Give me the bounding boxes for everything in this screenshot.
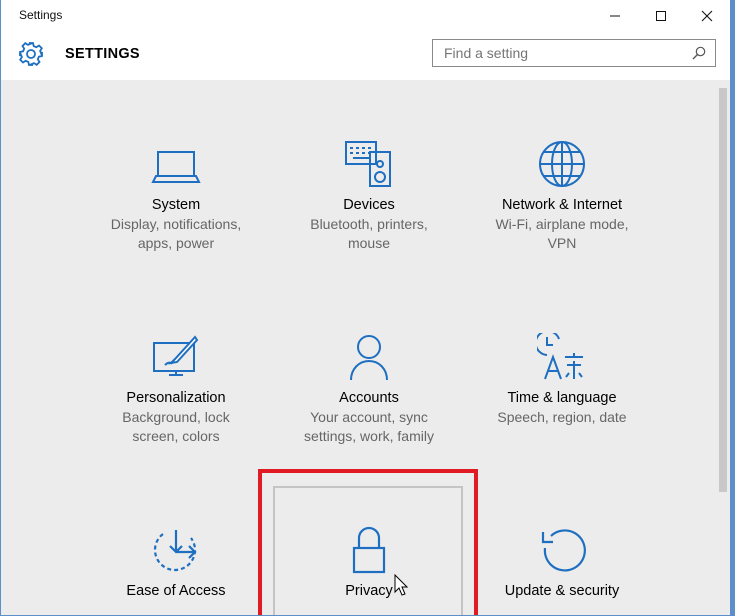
tile-label: Network & Internet — [501, 197, 623, 213]
clock-language-icon — [537, 333, 583, 380]
settings-header: SETTINGS — [1, 32, 730, 80]
tile-label: Update & security — [504, 583, 620, 599]
tile-description: Display, notifications, — [110, 216, 242, 232]
page-title: SETTINGS — [65, 46, 140, 62]
tile-description: VPN — [547, 235, 577, 251]
tile-label: Accounts — [339, 390, 399, 406]
search-box[interactable] — [432, 39, 716, 67]
tile-label: Devices — [343, 197, 395, 213]
tile-description: Bluetooth, printers, — [310, 216, 428, 232]
minimize-button[interactable] — [592, 0, 638, 32]
privacy-highlight-box — [258, 469, 478, 615]
laptop-icon — [151, 151, 201, 183]
scrollbar[interactable] — [716, 88, 730, 615]
tile-description: settings, work, family — [304, 428, 434, 444]
search-input[interactable] — [433, 40, 694, 66]
globe-icon — [539, 141, 585, 187]
paintbrush-monitor-icon — [153, 335, 199, 376]
tile-label: Personalization — [126, 390, 226, 406]
tile-label: Time & language — [507, 390, 617, 406]
tile-label: System — [151, 197, 201, 213]
person-icon — [350, 335, 388, 381]
keyboard-speaker-icon — [345, 141, 391, 187]
tile-personalization[interactable]: Personalization Background, lock screen,… — [81, 333, 271, 446]
close-icon — [701, 10, 713, 22]
search-icon[interactable] — [691, 45, 707, 61]
maximize-icon — [656, 11, 666, 21]
tile-description: Your account, sync — [310, 409, 428, 425]
gear-icon — [19, 42, 43, 66]
tile-description: mouse — [347, 235, 391, 251]
tile-description: Speech, region, date — [497, 409, 627, 425]
title-bar[interactable]: Settings — [1, 0, 730, 32]
tile-accounts[interactable]: Accounts Your account, sync settings, wo… — [274, 333, 464, 446]
tile-time-language[interactable]: Time & language Speech, region, date — [467, 333, 657, 427]
refresh-icon — [541, 529, 586, 572]
scrollbar-thumb[interactable] — [719, 88, 727, 492]
maximize-button[interactable] — [638, 0, 684, 32]
tile-description: Background, lock — [122, 409, 230, 425]
settings-window: Settings SETTINGS Find a setting System … — [0, 0, 731, 616]
tile-update-security[interactable]: Update & security — [467, 526, 657, 601]
tile-label: Ease of Access — [126, 583, 226, 599]
tile-network[interactable]: Network & Internet Wi-Fi, airplane mode,… — [467, 140, 657, 253]
tile-description: screen, colors — [132, 428, 220, 444]
ease-of-access-icon — [153, 530, 197, 572]
close-button[interactable] — [684, 0, 730, 32]
tile-description: Wi-Fi, airplane mode, — [495, 216, 629, 232]
minimize-icon — [610, 15, 620, 17]
tile-system[interactable]: System Display, notifications, apps, pow… — [81, 140, 271, 253]
tile-devices[interactable]: Devices Bluetooth, printers, mouse — [274, 140, 464, 253]
tile-description: apps, power — [137, 235, 215, 251]
window-title: Settings — [19, 8, 63, 22]
mouse-cursor-icon — [394, 574, 408, 596]
tile-ease-of-access[interactable]: Ease of Access — [81, 526, 271, 601]
